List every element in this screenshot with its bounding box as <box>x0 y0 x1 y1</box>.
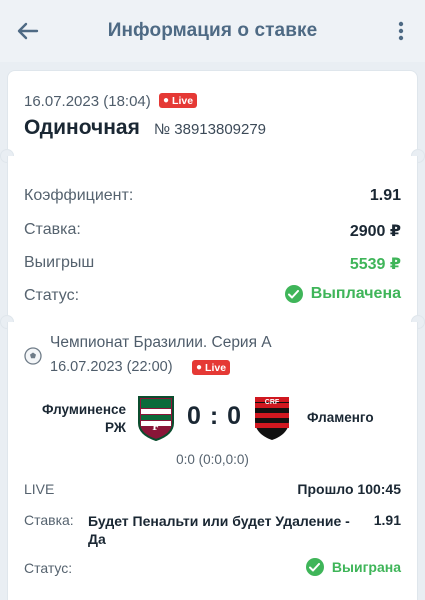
score-detail: 0:0 (0:0,0:0) <box>176 452 249 467</box>
bet-date: 16.07.2023 (18:04) <box>24 93 151 110</box>
live-dot-icon: ● <box>196 361 203 373</box>
page-title: Информация о ставке <box>107 20 318 41</box>
event-card: Чемпионат Бразилии. Серия А 16.07.2023 (… <box>7 322 418 600</box>
selection-text: Будет Пенальти или будет Удаление - Да <box>88 513 350 547</box>
bet-header-card: 16.07.2023 (18:04) ● Live Одиночная № 38… <box>7 70 418 156</box>
bet-type: Одиночная <box>24 116 140 139</box>
app-bar: Информация о ставке <box>0 0 425 62</box>
flamengo-crest-icon: CRF <box>255 397 289 440</box>
selection-odds: 1.91 <box>373 512 401 528</box>
fluminense-crest-icon: F <box>138 396 174 441</box>
svg-text:F: F <box>152 419 159 433</box>
away-team[interactable]: Фламенго <box>307 410 374 425</box>
league-name: Чемпионат Бразилии. Серия А <box>50 334 272 351</box>
stake-amount-label: Ставка: <box>24 221 81 238</box>
win-label: Выигрыш <box>24 254 95 271</box>
home-team[interactable]: Флуминенсе РЖ <box>18 401 126 437</box>
status-label: Статус: <box>24 287 80 304</box>
live-badge-label: Live <box>172 94 194 107</box>
live-badge: ● Live <box>159 93 198 108</box>
odds-label: Коэффициент: <box>24 187 134 204</box>
event-status-value: Выиграна <box>305 558 401 576</box>
live-dot-icon: ● <box>163 94 170 106</box>
elapsed-time: Прошло 100:45 <box>297 481 401 497</box>
win-value: 5539 ₽ <box>349 256 401 273</box>
selection-label: Ставка: <box>24 512 74 528</box>
more-menu-button[interactable] <box>391 17 411 45</box>
event-status-label: Статус: <box>24 560 73 576</box>
home-team-name-line2: РЖ <box>104 420 126 435</box>
event-date: 16.07.2023 (22:00) <box>50 359 173 375</box>
more-vertical-icon <box>398 21 404 41</box>
live-status: LIVE <box>24 481 55 497</box>
event-status-text: Выиграна <box>331 559 401 575</box>
status-value: Выплачена <box>284 285 401 303</box>
football-icon <box>24 347 42 365</box>
bet-number: № 38913809279 <box>154 121 267 138</box>
check-circle-icon <box>305 558 324 576</box>
check-circle-icon <box>284 285 303 303</box>
home-team-name-line1: Флуминенсе <box>41 402 126 417</box>
match-score: 0 : 0 <box>186 402 243 430</box>
odds-value: 1.91 <box>369 187 401 204</box>
status-text: Выплачена <box>310 285 401 302</box>
live-badge-label: Live <box>205 361 227 374</box>
event-live-badge: ● Live <box>192 360 231 375</box>
stake-amount-value: 2900 ₽ <box>349 223 401 240</box>
bet-details-card: Коэффициент: 1.91 Ставка: 2900 ₽ Выигрыш… <box>7 156 418 322</box>
svg-text:CRF: CRF <box>265 399 280 406</box>
